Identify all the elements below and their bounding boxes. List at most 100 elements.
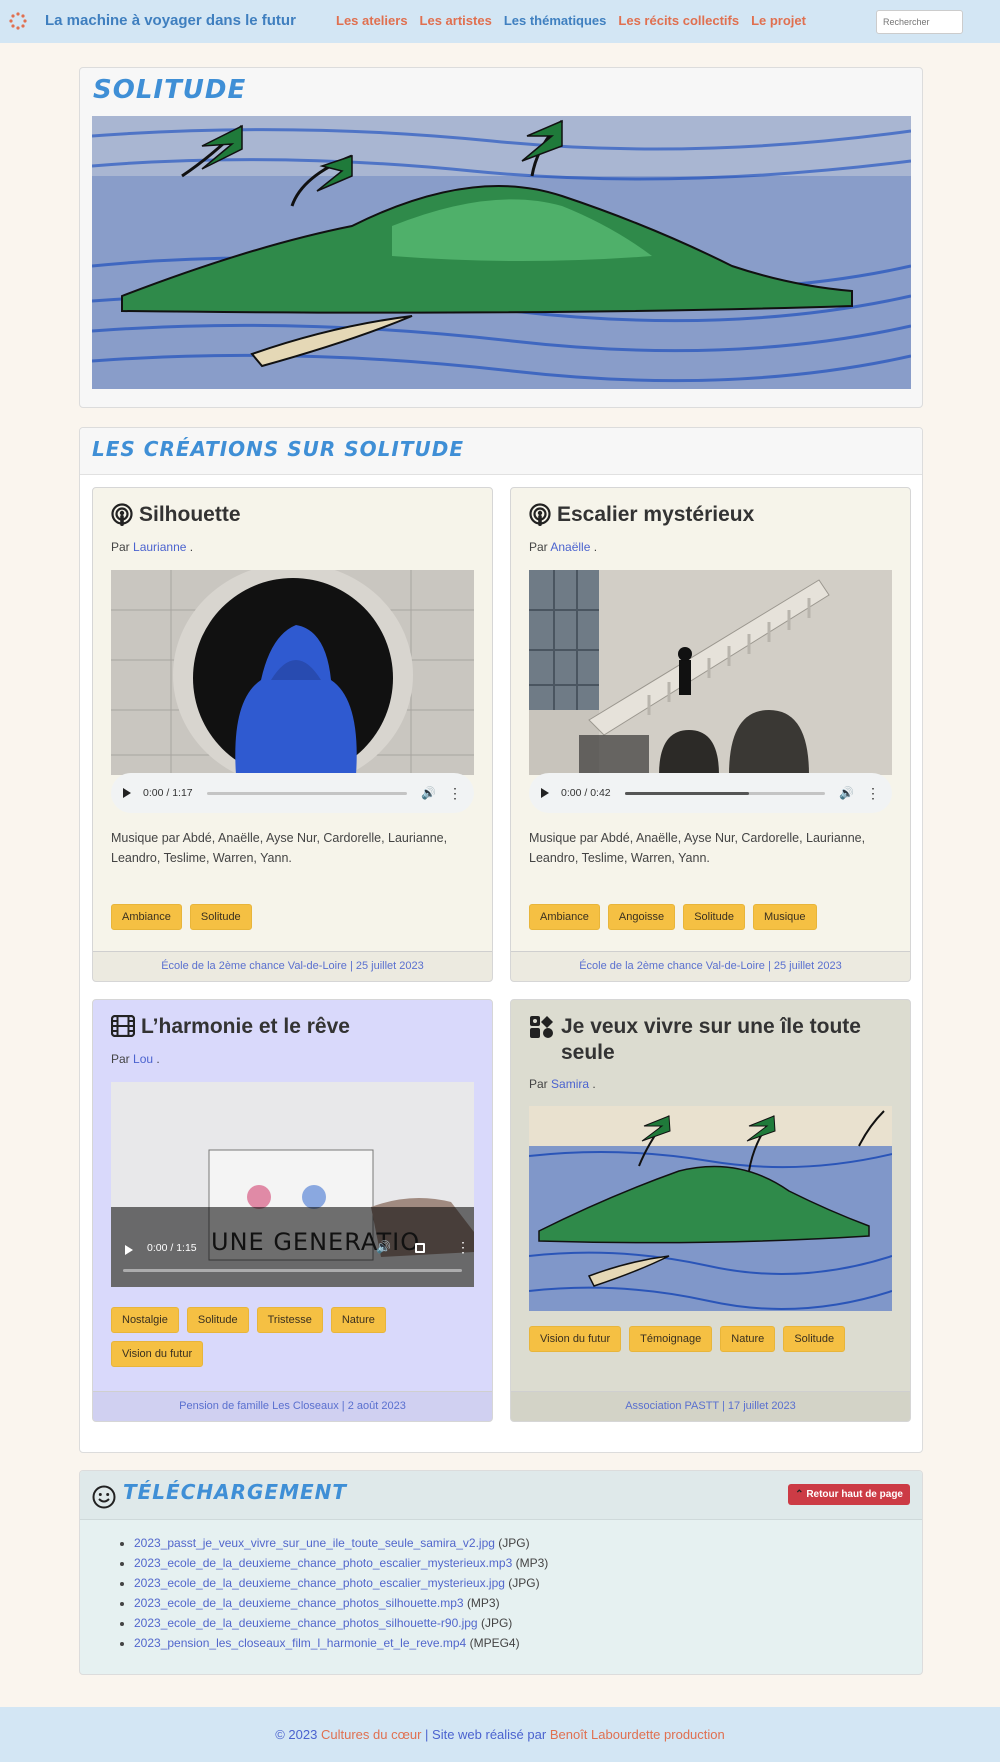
nav-link-thematiques[interactable]: Les thématiques xyxy=(504,13,607,28)
audio-progress[interactable] xyxy=(206,791,408,795)
card-title[interactable]: Je veux vivre sur une île toute seule xyxy=(529,1014,899,1066)
creation-photo xyxy=(529,570,892,775)
page-title: SOLITUDE xyxy=(93,75,247,105)
top-navbar: La machine à voyager dans le futur Les a… xyxy=(0,0,1000,43)
audio-progress[interactable] xyxy=(624,791,826,795)
tag-nature[interactable]: Nature xyxy=(330,1307,386,1333)
file-type: (MP3) xyxy=(515,1556,549,1570)
org-link[interactable]: Cultures du cœur xyxy=(321,1727,421,1742)
nav-link-artistes[interactable]: Les artistes xyxy=(420,13,492,28)
podcast-icon xyxy=(529,503,551,526)
audio-time: 0:00 / 0:42 xyxy=(561,787,611,799)
card-footer-link[interactable]: Pension de famille Les Closeaux | 2 août… xyxy=(93,1391,492,1421)
card-title[interactable]: L’harmonie et le rêve xyxy=(111,1014,350,1040)
tag-nostalgie[interactable]: Nostalgie xyxy=(111,1307,179,1333)
tag-solitude[interactable]: Solitude xyxy=(683,904,745,930)
audio-player[interactable]: 0:00 / 0:42 🔊 ⋮ xyxy=(529,773,892,813)
film-icon xyxy=(111,1015,135,1037)
volume-icon[interactable]: 🔊 xyxy=(839,786,854,800)
video-frame xyxy=(111,1082,474,1287)
file-link[interactable]: 2023_ecole_de_la_deuxieme_chance_photos_… xyxy=(134,1616,478,1630)
author-link[interactable]: Anaëlle xyxy=(550,540,590,554)
tag-solitude[interactable]: Solitude xyxy=(186,1307,249,1333)
tag-ambiance[interactable]: Ambiance xyxy=(111,904,182,930)
video-progress[interactable] xyxy=(123,1269,462,1272)
creation-card: Silhouette Par Laurianne . 0:00 / 1:17 🔊… xyxy=(92,487,493,982)
creation-photo xyxy=(529,1106,892,1311)
card-footer-link[interactable]: École de la 2ème chance Val-de-Loire | 2… xyxy=(511,951,910,981)
tag-list: Ambiance Solitude xyxy=(111,904,476,930)
card-title-text: Silhouette xyxy=(139,503,241,526)
tag-angoisse[interactable]: Angoisse xyxy=(607,904,676,930)
tag-ambiance[interactable]: Ambiance xyxy=(529,904,600,930)
card-description: Musique par Abdé, Anaëlle, Ayse Nur, Car… xyxy=(529,831,866,865)
card-title-text: L’harmonie et le rêve xyxy=(141,1015,350,1038)
file-type: (MP3) xyxy=(466,1596,500,1610)
creation-card: Je veux vivre sur une île toute seule Pa… xyxy=(510,999,911,1422)
creation-card: Escalier mystérieux Par Anaëlle . 0:00 /… xyxy=(510,487,911,982)
video-time: 0:00 / 1:15 xyxy=(147,1242,197,1254)
creations-title: LES CRÉATIONS SUR SOLITUDE xyxy=(92,437,465,461)
play-icon[interactable] xyxy=(125,1245,133,1255)
file-link[interactable]: 2023_pension_les_closeaux_film_l_harmoni… xyxy=(134,1636,466,1650)
more-options-icon[interactable]: ⋮ xyxy=(448,786,462,800)
play-icon[interactable] xyxy=(123,788,131,798)
file-list: 2023_passt_je_veux_vivre_sur_une_ile_tou… xyxy=(134,1533,548,1653)
tag-solitude[interactable]: Solitude xyxy=(783,1326,846,1352)
smiley-icon xyxy=(92,1485,116,1509)
more-options-icon[interactable]: ⋮ xyxy=(866,786,880,800)
brand-link[interactable]: La machine à voyager dans le futur xyxy=(45,12,296,29)
volume-icon[interactable]: 🔊 xyxy=(421,786,436,800)
card-title-text: Escalier mystérieux xyxy=(557,503,755,526)
tag-nature[interactable]: Nature xyxy=(720,1326,776,1352)
nav-link-ateliers[interactable]: Les ateliers xyxy=(336,13,408,28)
nav-link-projet[interactable]: Le projet xyxy=(751,13,806,28)
audio-progress-fill xyxy=(624,791,749,795)
author-link[interactable]: Samira xyxy=(551,1077,589,1091)
file-link[interactable]: 2023_ecole_de_la_deuxieme_chance_photo_e… xyxy=(134,1556,512,1570)
more-options-icon[interactable]: ⋮ xyxy=(456,1239,470,1256)
card-footer-link[interactable]: Association PASTT | 17 juillet 2023 xyxy=(511,1391,910,1421)
volume-icon[interactable]: 🔊 xyxy=(376,1240,391,1254)
tag-solitude[interactable]: Solitude xyxy=(189,904,252,930)
author-link[interactable]: Lou xyxy=(133,1052,153,1066)
by-prefix: Par xyxy=(111,540,130,554)
tag-temoignage[interactable]: Témoignage xyxy=(629,1326,713,1352)
logo-icon[interactable] xyxy=(8,11,28,31)
tag-tristesse[interactable]: Tristesse xyxy=(256,1307,323,1333)
card-author-line: Par Samira . xyxy=(529,1077,596,1091)
by-prefix: Par xyxy=(529,540,548,554)
tag-vision-du-futur[interactable]: Vision du futur xyxy=(529,1326,622,1352)
site-footer: © 2023 Cultures du cœur | Site web réali… xyxy=(0,1707,1000,1762)
creations-panel: LES CRÉATIONS SUR SOLITUDE Silhouette Pa… xyxy=(79,427,923,1453)
file-link[interactable]: 2023_passt_je_veux_vivre_sur_une_ile_tou… xyxy=(134,1536,495,1550)
card-description: Musique par Abdé, Anaëlle, Ayse Nur, Car… xyxy=(111,831,448,865)
card-title[interactable]: Escalier mystérieux xyxy=(529,502,754,528)
card-footer-link[interactable]: École de la 2ème chance Val-de-Loire | 2… xyxy=(93,951,492,981)
tag-musique[interactable]: Musique xyxy=(752,904,817,930)
card-title[interactable]: Silhouette xyxy=(111,502,241,528)
downloads-header: TÉLÉCHARGEMENT ⌃ Retour haut de page xyxy=(80,1471,922,1520)
by-prefix: Par xyxy=(529,1077,548,1091)
file-type: (MPEG4) xyxy=(469,1636,520,1650)
fullscreen-icon[interactable] xyxy=(415,1243,425,1253)
downloads-panel: TÉLÉCHARGEMENT ⌃ Retour haut de page 202… xyxy=(79,1470,923,1675)
nav-link-recits[interactable]: Les récits collectifs xyxy=(618,13,739,28)
list-item: 2023_pension_les_closeaux_film_l_harmoni… xyxy=(134,1633,548,1653)
author-link[interactable]: Laurianne xyxy=(133,540,186,554)
copyright: © 2023 xyxy=(275,1727,318,1742)
tag-vision-du-futur[interactable]: Vision du futur xyxy=(111,1341,204,1367)
file-link[interactable]: 2023_ecole_de_la_deuxieme_chance_photo_e… xyxy=(134,1576,505,1590)
back-to-top-button[interactable]: ⌃ Retour haut de page xyxy=(788,1484,910,1505)
file-link[interactable]: 2023_ecole_de_la_deuxieme_chance_photos_… xyxy=(134,1596,464,1610)
nav-links: Les ateliers Les artistes Les thématique… xyxy=(336,13,818,28)
card-author-line: Par Lou . xyxy=(111,1052,160,1066)
tag-list: Nostalgie Solitude Tristesse Nature Visi… xyxy=(111,1307,476,1367)
credit-link[interactable]: Benoît Labourdette production xyxy=(550,1727,725,1742)
audio-player[interactable]: 0:00 / 1:17 🔊 ⋮ xyxy=(111,773,474,813)
audio-time: 0:00 / 1:17 xyxy=(143,787,193,799)
video-player[interactable]: UNE GENERATIO 0:00 / 1:15 🔊 ⋮ xyxy=(111,1082,474,1287)
play-icon[interactable] xyxy=(541,788,549,798)
search-input[interactable] xyxy=(876,10,963,34)
back-to-top-label: Retour haut de page xyxy=(806,1489,903,1500)
